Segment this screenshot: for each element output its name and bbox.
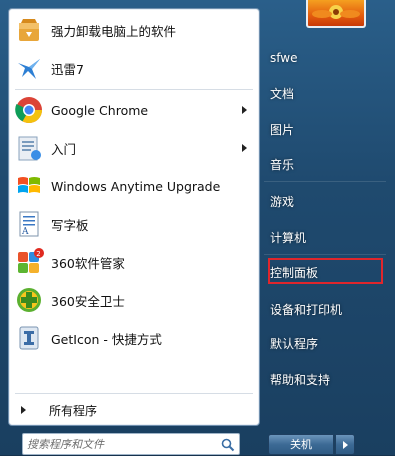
program-label: 360软件管家 — [51, 255, 125, 271]
search-box[interactable] — [22, 433, 240, 455]
chrome-icon — [13, 94, 45, 126]
submenu-arrow-icon — [242, 106, 247, 114]
program-item-uninstaller[interactable]: 强力卸载电脑上的软件 — [9, 11, 259, 49]
program-item-wordpad[interactable]: A 写字板 — [9, 205, 259, 243]
all-programs-label: 所有程序 — [49, 404, 98, 418]
right-item-music[interactable]: 音乐 — [270, 153, 385, 177]
program-label: 迅雷7 — [51, 61, 84, 77]
search-input[interactable] — [27, 436, 212, 452]
right-item-help-support[interactable]: 帮助和支持 — [270, 368, 385, 392]
right-item-devices-printers[interactable]: 设备和打印机 — [270, 298, 385, 322]
program-label: 360安全卫士 — [51, 293, 125, 309]
program-item-chrome[interactable]: Google Chrome — [9, 91, 259, 129]
right-item-default-programs[interactable]: 默认程序 — [270, 332, 385, 356]
control-panel-highlight — [268, 258, 383, 284]
shutdown-options-button[interactable] — [335, 434, 355, 455]
program-label: Windows Anytime Upgrade — [51, 178, 221, 194]
getting-started-icon — [13, 132, 45, 164]
360-software-manager-icon: 2 — [13, 246, 45, 278]
uninstall-box-icon — [13, 14, 45, 46]
program-list-pane: 强力卸载电脑上的软件 迅雷7 Google Chrome 入门 Windows … — [8, 8, 260, 426]
right-item-games[interactable]: 游戏 — [270, 190, 385, 214]
program-label: 强力卸载电脑上的软件 — [51, 23, 177, 39]
submenu-arrow-icon — [242, 144, 247, 152]
svg-text:A: A — [21, 227, 29, 237]
program-label: GetIcon - 快捷方式 — [51, 331, 162, 347]
right-item-computer[interactable]: 计算机 — [270, 226, 385, 250]
geticon-icon — [13, 322, 45, 354]
thunder-bird-icon — [13, 52, 45, 84]
divider — [15, 393, 253, 394]
right-item-pictures[interactable]: 图片 — [270, 118, 385, 142]
program-item-360-safe-guard[interactable]: 360安全卫士 — [9, 281, 259, 319]
all-programs-button[interactable]: 所有程序 — [9, 397, 259, 423]
expand-arrow-icon — [21, 406, 26, 414]
divider — [15, 89, 253, 90]
user-avatar[interactable] — [306, 0, 366, 28]
wordpad-icon: A — [13, 208, 45, 240]
program-item-windows-anytime-upgrade[interactable]: Windows Anytime Upgrade — [9, 167, 259, 205]
divider — [264, 254, 386, 255]
windows-flag-icon — [13, 170, 45, 202]
program-label: 写字板 — [51, 217, 89, 233]
program-item-getting-started[interactable]: 入门 — [9, 129, 259, 167]
search-icon[interactable] — [221, 437, 235, 456]
chevron-right-icon — [343, 441, 348, 449]
program-label: Google Chrome — [51, 102, 149, 118]
divider — [264, 181, 386, 182]
program-item-thunder[interactable]: 迅雷7 — [9, 49, 259, 87]
shutdown-button[interactable]: 关机 — [268, 434, 334, 455]
program-item-geticon[interactable]: GetIcon - 快捷方式 — [9, 319, 259, 357]
right-item-documents[interactable]: 文档 — [270, 82, 385, 106]
right-item-user[interactable]: sfwe — [270, 46, 385, 70]
program-item-360-software-manager[interactable]: 2 360软件管家 — [9, 243, 259, 281]
360-safe-guard-icon — [13, 284, 45, 316]
badge-count: 2 — [36, 250, 40, 258]
program-label: 入门 — [51, 141, 77, 157]
